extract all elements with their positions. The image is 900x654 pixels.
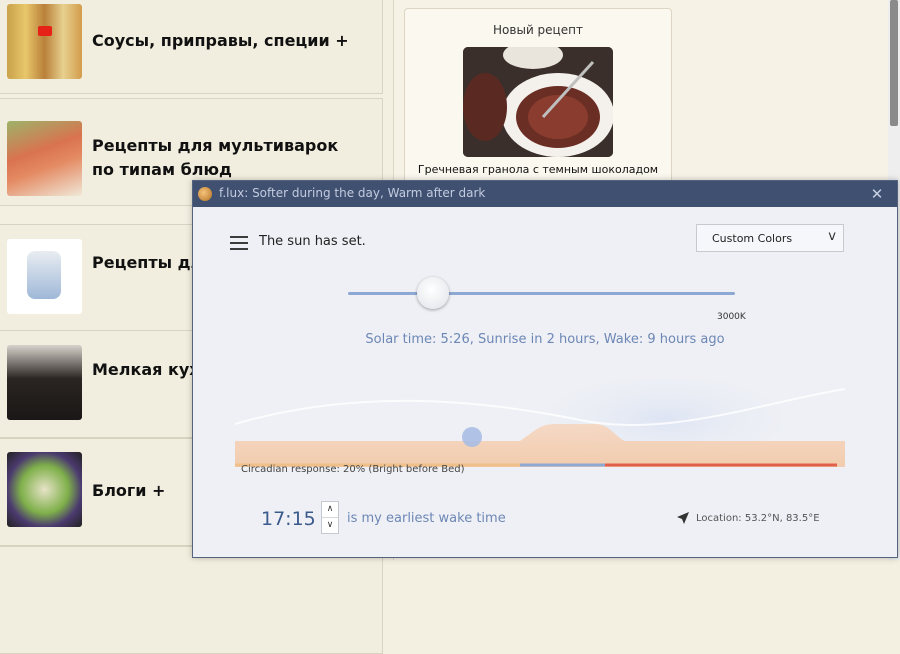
- category-title: Соусы, приправы, специи +: [92, 31, 349, 50]
- wake-time-up-button[interactable]: ∧: [322, 502, 338, 518]
- new-recipe-caption: Гречневая гранола с темным шоколадом: [417, 163, 659, 176]
- page-scrollbar-thumb[interactable]: [890, 0, 898, 126]
- circadian-response-label: Circadian response: 20% (Bright before B…: [241, 464, 465, 475]
- wake-time-down-button[interactable]: ∨: [322, 518, 338, 533]
- category-thumb-kitchenware: [7, 345, 82, 420]
- color-temperature-slider-thumb[interactable]: [417, 277, 449, 309]
- flux-titlebar[interactable]: f.lux: Softer during the day, Warm after…: [193, 181, 897, 207]
- category-card-sauces[interactable]: Соусы, приправы, специи +: [0, 0, 383, 94]
- dropdown-selected-value: Custom Colors: [712, 232, 793, 245]
- category-title: Рецепты для мультиварок по типам блюд: [92, 136, 339, 179]
- category-thumb-blogs: [7, 452, 82, 527]
- video-play-icon: [38, 26, 52, 36]
- chevron-down-icon: v: [828, 229, 836, 244]
- hamburger-icon[interactable]: [230, 235, 248, 251]
- granola-bowl-image: [463, 47, 613, 157]
- current-time-marker[interactable]: [462, 427, 482, 447]
- close-button[interactable]: ✕: [857, 181, 897, 207]
- category-thumb-sauces: [7, 4, 82, 79]
- new-recipe-heading: Новый рецепт: [493, 23, 583, 37]
- flux-window-title: f.lux: Softer during the day, Warm after…: [219, 186, 486, 200]
- wake-time-spinner[interactable]: ∧ ∨: [321, 501, 339, 534]
- color-preset-dropdown[interactable]: Custom Colors v: [696, 224, 844, 252]
- category-card-partial[interactable]: [0, 546, 383, 654]
- new-recipe-card[interactable]: Новый рецепт Гречневая гранола с темным …: [404, 8, 672, 188]
- color-temperature-value: 3000K: [717, 312, 746, 322]
- location-arrow-icon[interactable]: [676, 511, 690, 525]
- sun-status-text: The sun has set.: [259, 234, 366, 249]
- color-temperature-slider-track[interactable]: [348, 292, 735, 295]
- flux-logo-icon: [198, 187, 212, 201]
- category-thumb-multicooker: [7, 121, 82, 196]
- new-recipe-image[interactable]: [463, 47, 613, 157]
- location-text[interactable]: Location: 53.2°N, 83.5°E: [696, 513, 820, 524]
- wake-time-label: is my earliest wake time: [347, 511, 506, 526]
- solar-time-info: Solar time: 5:26, Sunrise in 2 hours, Wa…: [365, 332, 725, 347]
- category-thumb-panasonic: [7, 239, 82, 314]
- wake-time-value[interactable]: 17:15: [261, 508, 316, 530]
- flux-window: f.lux: Softer during the day, Warm after…: [192, 180, 898, 558]
